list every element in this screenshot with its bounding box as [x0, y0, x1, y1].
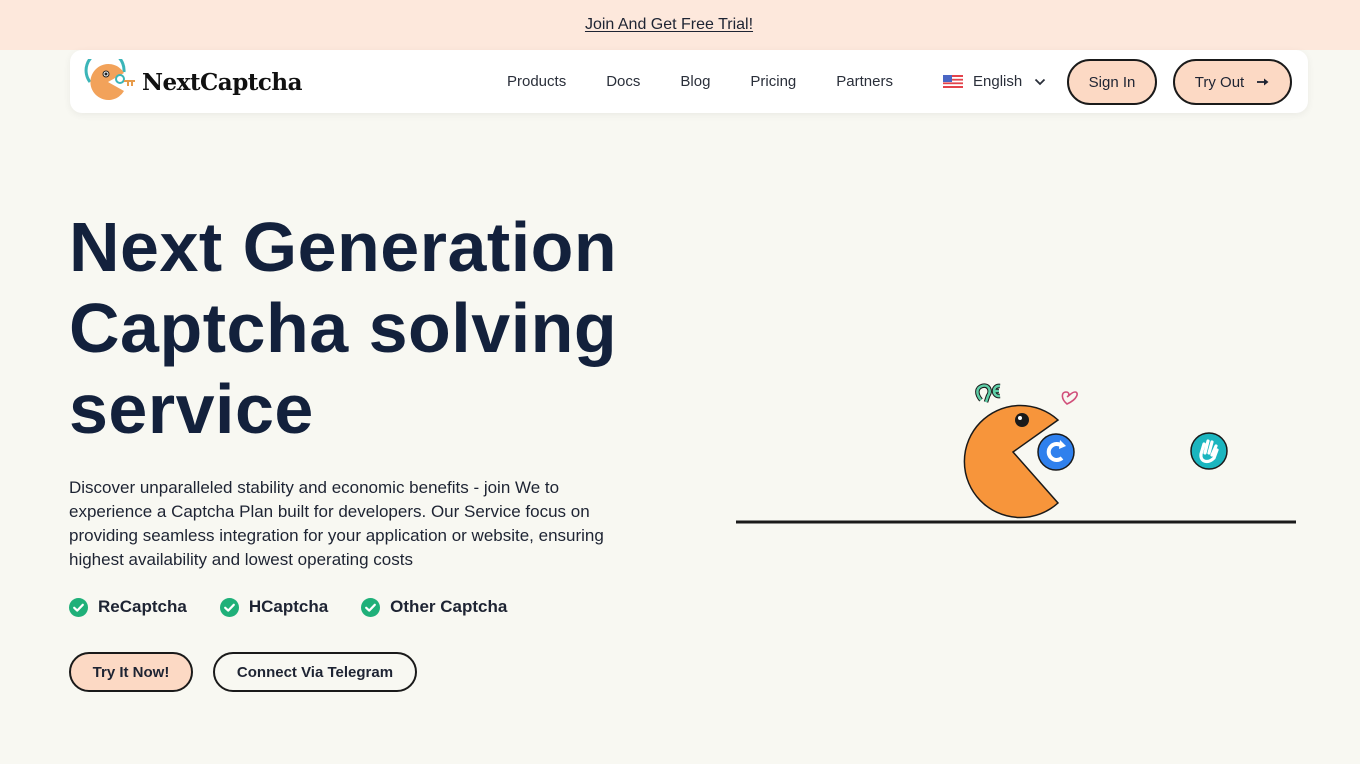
language-label: English [973, 73, 1023, 90]
arrow-right-icon [1257, 78, 1269, 86]
try-out-label: Try Out [1194, 73, 1245, 91]
pacman-key-logo-icon [84, 59, 135, 100]
navbar: NextCaptcha Products Docs Blog Pricing P… [70, 50, 1308, 113]
feature-item: Other Captcha [361, 597, 507, 617]
hero-illustration [736, 383, 1296, 524]
feature-item: ReCaptcha [69, 597, 187, 617]
connect-telegram-button[interactable]: Connect Via Telegram [213, 652, 417, 692]
try-it-now-button[interactable]: Try It Now! [69, 652, 193, 692]
check-circle-icon [219, 597, 239, 617]
nav-products[interactable]: Products [507, 73, 566, 90]
nav-pricing[interactable]: Pricing [750, 73, 796, 90]
heart-icon [1061, 391, 1078, 405]
us-flag-icon [943, 75, 963, 88]
recaptcha-ball-icon [1037, 433, 1075, 471]
hero-title-line-3: service [69, 370, 314, 448]
feature-label: HCaptcha [248, 597, 329, 616]
pacman-eye [1015, 413, 1029, 427]
try-it-now-label: Try It Now! [92, 663, 170, 681]
try-out-button[interactable]: Try Out [1173, 59, 1292, 105]
promo-bar: Join And Get Free Trial! [0, 0, 1360, 50]
language-selector[interactable]: English [943, 50, 1046, 113]
connect-telegram-label: Connect Via Telegram [236, 663, 394, 681]
feature-item: HCaptcha [219, 597, 329, 617]
hero-title-line-2: Captcha solving [69, 289, 618, 367]
nav-docs[interactable]: Docs [606, 73, 640, 90]
nav-partners[interactable]: Partners [836, 73, 893, 90]
hero-description: Discover unparalleled stability and econ… [69, 478, 604, 569]
free-trial-link[interactable]: Join And Get Free Trial! [585, 16, 753, 34]
qe-sprout-icon [975, 383, 1001, 403]
feature-label: Other Captcha [390, 597, 508, 616]
check-circle-icon [69, 597, 88, 617]
logo[interactable]: NextCaptcha [84, 59, 303, 105]
hero-title-line-1: Next Generation [69, 208, 618, 286]
check-circle-icon [361, 597, 381, 617]
hand-wave-icon [1190, 432, 1228, 470]
sign-in-label: Sign In [1088, 73, 1136, 91]
sign-in-button[interactable]: Sign In [1067, 59, 1157, 105]
feature-label: ReCaptcha [98, 597, 187, 616]
feature-list: ReCaptcha HCaptcha Other Captcha [69, 597, 540, 617]
hero-title: Next Generation Captcha solving service [69, 207, 669, 450]
chevron-down-icon [1035, 78, 1046, 85]
nav-links: Products Docs Blog Pricing Partners [507, 50, 933, 113]
nav-blog[interactable]: Blog [680, 73, 710, 90]
logo-text: NextCaptcha [142, 68, 303, 96]
